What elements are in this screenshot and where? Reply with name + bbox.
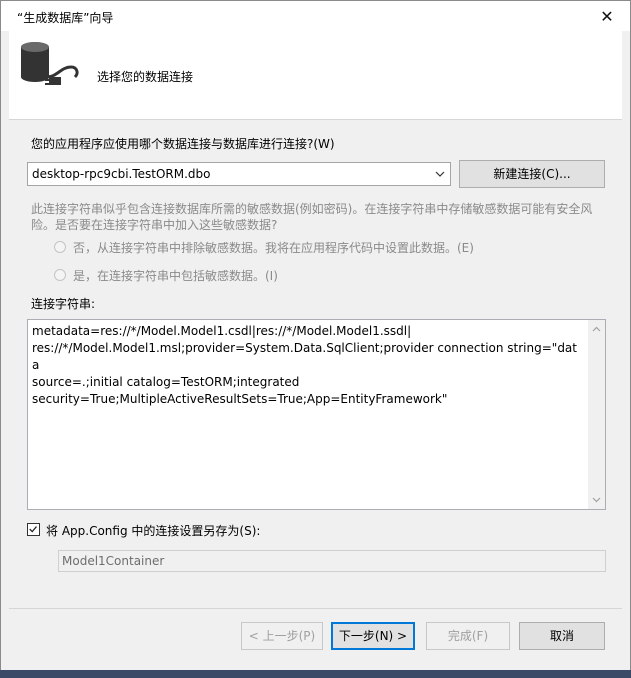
save-settings-label: 将 App.Config 中的连接设置另存为(S):: [46, 524, 261, 538]
sensitive-warning-line1: 此连接字符串似乎包含连接数据库所需的敏感数据(例如密码)。在连接字符串中存储敏感…: [31, 202, 593, 216]
vertical-scrollbar[interactable]: [588, 320, 605, 509]
page-title: 选择您的数据连接: [97, 70, 194, 84]
scroll-down-icon[interactable]: [592, 495, 601, 504]
scroll-up-icon[interactable]: [592, 325, 601, 334]
sensitive-warning-line2: 险。是否要在连接字符串中加入这些敏感数据?: [31, 218, 278, 232]
database-plug-icon: [21, 42, 79, 85]
close-button[interactable]: ✕: [584, 1, 630, 31]
finish-button[interactable]: 完成(F): [426, 622, 510, 650]
cancel-button[interactable]: 取消: [519, 622, 605, 650]
connection-dropdown[interactable]: desktop-rpc9cbi.TestORM.dbo: [27, 162, 451, 186]
radio-include-sensitive[interactable]: [54, 269, 66, 281]
window-title: “生成数据库”向导: [17, 11, 114, 25]
connection-string-label: 连接字符串:: [31, 297, 96, 311]
radio-exclude-sensitive[interactable]: [54, 241, 66, 253]
next-button[interactable]: 下一步(N) >: [331, 622, 415, 650]
header-banner: 选择您的数据连接: [9, 31, 622, 119]
wizard-window: “生成数据库”向导 ✕ 选择您的数据连接 您的应用程序应使用哪个数据连接与数据库…: [0, 0, 631, 671]
container-name-value: Model1Container: [62, 554, 165, 568]
connection-string-value: metadata=res://*/Model.Model1.csdl|res:/…: [32, 324, 577, 406]
radio-include-label: 是，在连接字符串中包括敏感数据。(I): [73, 269, 278, 283]
container-name-input[interactable]: Model1Container: [58, 550, 606, 572]
background-taskbar: [0, 670, 631, 678]
footer-divider: [9, 608, 622, 609]
connection-question-label: 您的应用程序应使用哪个数据连接与数据库进行连接?(W): [31, 137, 335, 151]
prev-button[interactable]: < 上一步(P): [241, 622, 323, 650]
save-settings-checkbox[interactable]: [27, 523, 40, 536]
checkmark-icon: [29, 526, 37, 533]
title-bar: “生成数据库”向导 ✕: [1, 1, 630, 31]
header-divider: [9, 119, 622, 120]
connection-dropdown-value: desktop-rpc9cbi.TestORM.dbo: [32, 167, 211, 181]
new-connection-button[interactable]: 新建连接(C)...: [459, 160, 605, 188]
radio-exclude-label: 否，从连接字符串中排除敏感数据。我将在应用程序代码中设置此数据。(E): [73, 241, 474, 255]
connection-string-textarea[interactable]: metadata=res://*/Model.Model1.csdl|res:/…: [27, 319, 606, 510]
chevron-down-icon: [435, 171, 445, 177]
